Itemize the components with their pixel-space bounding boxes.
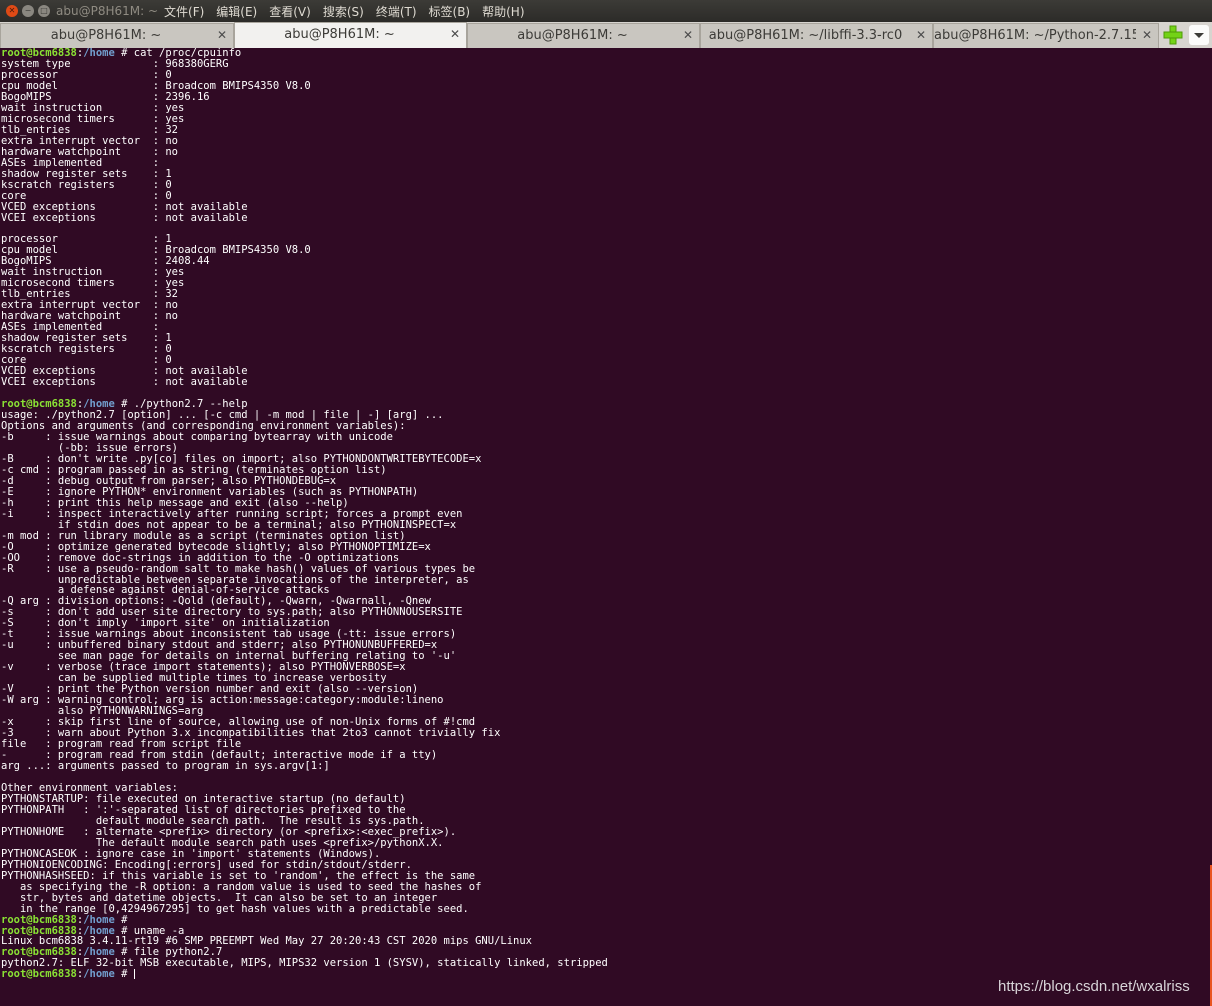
output-line: -i : inspect interactively after running… — [1, 507, 463, 520]
output-line: ASEs implemented : — [1, 321, 160, 334]
output-line: VCED exceptions : not available — [1, 200, 248, 213]
tab-terminal-3[interactable]: abu@P8H61M: ~ ✕ — [467, 23, 700, 48]
output-line: VCEI exceptions : not available — [1, 376, 248, 389]
output-line: VCEI exceptions : not available — [1, 211, 248, 224]
output-line: if stdin does not appear to be a termina… — [1, 518, 457, 531]
terminal-text: root@bcm6838:/home # cat /proc/cpuinfo sy… — [0, 48, 1210, 980]
output-line: microsecond timers : yes — [1, 112, 185, 125]
output-line: microsecond timers : yes — [1, 277, 185, 290]
menu-terminal[interactable]: 终端(T) — [376, 3, 417, 20]
menu-edit[interactable]: 编辑(E) — [216, 3, 257, 20]
tab-terminal-python[interactable]: abu@P8H61M: ~/Python-2.7.15 ✕ — [933, 23, 1159, 48]
tab-close-icon[interactable]: ✕ — [916, 28, 926, 42]
prompt-path: /home — [83, 968, 115, 981]
new-tab-button[interactable] — [1162, 24, 1184, 46]
output-line: tlb_entries : 32 — [1, 123, 179, 136]
output-line: -m mod : run library module as a script … — [1, 529, 406, 542]
terminal-output[interactable]: root@bcm6838:/home # cat /proc/cpuinfo sy… — [0, 48, 1210, 1006]
output-line: shadow register sets : 1 — [1, 167, 172, 180]
output-line: PYTHONHASHSEED: if this variable is set … — [1, 869, 476, 882]
window-maximize-button[interactable]: □ — [38, 5, 50, 17]
tab-terminal-1[interactable]: abu@P8H61M: ~ ✕ — [0, 23, 234, 48]
tab-label: abu@P8H61M: ~ — [50, 28, 162, 43]
output-line: tlb_entries : 32 — [1, 288, 179, 301]
tab-bar: abu@P8H61M: ~ ✕ abu@P8H61M: ~ ✕ abu@P8H6… — [0, 22, 1212, 48]
output-line: -OO : remove doc-strings in addition to … — [1, 551, 400, 564]
menu-view[interactable]: 查看(V) — [269, 3, 311, 20]
tab-close-icon[interactable]: ✕ — [450, 27, 460, 41]
tab-terminal-2[interactable]: abu@P8H61M: ~ ✕ — [234, 22, 467, 48]
menu-tabs[interactable]: 标签(B) — [429, 3, 471, 20]
prompt-user: root@bcm6838 — [1, 968, 77, 981]
output-line: in the range [0,4294967295] to get hash … — [1, 902, 469, 915]
window-title: abu@P8H61M: ~ — [56, 4, 159, 18]
output-line: ASEs implemented : — [1, 156, 160, 169]
window-close-button[interactable]: ✕ — [6, 5, 18, 17]
tab-label: abu@P8H61M: ~/Python-2.7.15 — [934, 28, 1136, 43]
menu-file[interactable]: 文件(F) — [164, 3, 204, 20]
text-cursor — [133, 969, 135, 980]
window-minimize-button[interactable]: − — [22, 5, 34, 17]
chevron-down-icon — [1194, 33, 1204, 38]
output-line: extra interrupt vector : no — [1, 299, 179, 312]
output-line: -O : optimize generated bytecode slightl… — [1, 540, 431, 553]
prompt-symbol: # — [114, 968, 134, 981]
tab-close-icon[interactable]: ✕ — [683, 28, 693, 42]
menu-help[interactable]: 帮助(H) — [482, 3, 524, 20]
watermark-url: https://blog.csdn.net/wxalriss — [998, 978, 1190, 995]
output-line: arg ...: arguments passed to program in … — [1, 759, 330, 772]
tab-label: abu@P8H61M: ~ — [517, 28, 628, 43]
output-line: shadow register sets : 1 — [1, 332, 172, 345]
output-line: hardware watchpoint : no — [1, 145, 179, 158]
tab-label: abu@P8H61M: ~/libffi-3.3-rc0 — [708, 28, 903, 43]
tab-close-icon[interactable]: ✕ — [1142, 28, 1152, 42]
output-line: kscratch registers : 0 — [1, 343, 172, 356]
output-line: -b : issue warnings about comparing byte… — [1, 430, 393, 443]
tab-label: abu@P8H61M: ~ — [284, 27, 395, 42]
window-titlebar: ✕ − □ abu@P8H61M: ~ 文件(F) 编辑(E) 查看(V) 搜索… — [0, 0, 1212, 22]
output-line: as specifying the -R option: a random va… — [1, 880, 482, 893]
tab-list-button[interactable] — [1189, 25, 1209, 45]
output-line: kscratch registers : 0 — [1, 178, 172, 191]
plus-icon — [1163, 25, 1183, 45]
output-line: python2.7: ELF 32-bit MSB executable, MI… — [1, 957, 608, 970]
output-line: str, bytes and datetime objects. It can … — [1, 891, 438, 904]
output-line: PYTHONIOENCODING: Encoding[:errors] used… — [1, 858, 412, 871]
output-line: extra interrupt vector : no — [1, 134, 179, 147]
output-line: core : 0 — [1, 189, 172, 202]
menu-search[interactable]: 搜索(S) — [323, 3, 364, 20]
menubar: abu@P8H61M: ~ 文件(F) 编辑(E) 查看(V) 搜索(S) 终端… — [56, 0, 537, 22]
output-line: -R : use a pseudo-random salt to make ha… — [1, 562, 476, 575]
output-line: system type : 968380GERG — [1, 57, 229, 70]
tab-terminal-libffi[interactable]: abu@P8H61M: ~/libffi-3.3-rc0 ✕ — [700, 23, 933, 48]
output-line: hardware watchpoint : no — [1, 310, 179, 323]
tab-close-icon[interactable]: ✕ — [217, 28, 227, 42]
